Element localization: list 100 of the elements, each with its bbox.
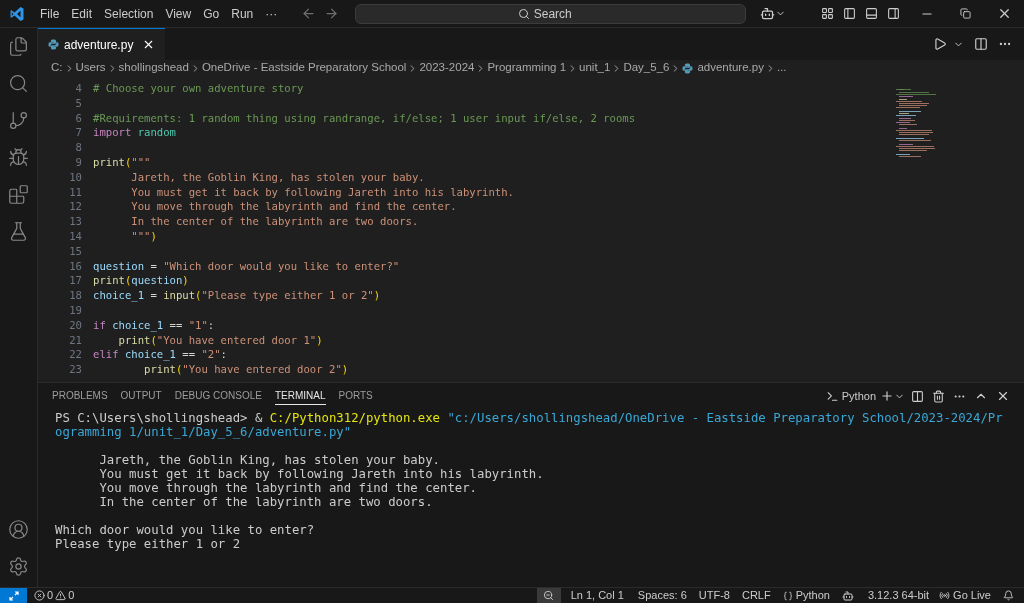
back-icon[interactable] bbox=[301, 6, 317, 21]
line-number: 16 bbox=[69, 258, 82, 274]
breadcrumb[interactable]: shollingshead bbox=[118, 59, 189, 77]
layout-icon[interactable] bbox=[821, 7, 834, 20]
run-debug-icon[interactable] bbox=[8, 147, 29, 168]
line-number: 6 bbox=[75, 110, 82, 126]
breadcrumb[interactable]: Day_5_6 bbox=[623, 59, 670, 77]
search-field[interactable]: Search bbox=[355, 3, 747, 24]
terminal-output: Which door would you like to enter? bbox=[55, 523, 315, 537]
remote-button[interactable] bbox=[0, 588, 27, 603]
new-terminal-icon[interactable] bbox=[880, 389, 894, 403]
line-number: 7 bbox=[75, 125, 82, 141]
robot-icon[interactable] bbox=[841, 589, 854, 602]
zoom-out-icon bbox=[543, 590, 555, 601]
line-number: 19 bbox=[69, 302, 82, 318]
language-mode[interactable]: Python bbox=[795, 587, 830, 603]
interpreter-version[interactable]: 3.12.3 64-bit bbox=[867, 587, 930, 603]
account-icon[interactable] bbox=[8, 519, 29, 540]
line-number: 5 bbox=[75, 95, 82, 111]
zoom-button[interactable] bbox=[536, 588, 561, 603]
breadcrumb[interactable]: Programming 1 bbox=[487, 59, 567, 77]
encoding[interactable]: UTF-8 bbox=[698, 587, 730, 603]
breadcrumb[interactable]: OneDrive - Eastside Preparatory School bbox=[201, 59, 407, 77]
trash-icon[interactable] bbox=[932, 389, 945, 403]
toggle-panel-icon[interactable] bbox=[865, 7, 878, 20]
line-ending[interactable]: CRLF bbox=[741, 587, 771, 603]
run-icon[interactable] bbox=[933, 37, 947, 51]
code-line: if choice_1 == "1": bbox=[93, 317, 215, 333]
line-number: 12 bbox=[69, 199, 82, 215]
code-line: question = "Which door would you like to enter?" bbox=[93, 258, 400, 274]
code-line: Jareth, the Goblin King, has stolen your baby. bbox=[130, 169, 425, 185]
menu-item[interactable]: Edit bbox=[65, 4, 99, 23]
menu-item[interactable]: View bbox=[159, 4, 198, 23]
forward-icon[interactable] bbox=[324, 6, 340, 21]
line-number: 18 bbox=[69, 288, 82, 303]
breadcrumb[interactable]: ... bbox=[776, 59, 787, 77]
restore-icon[interactable] bbox=[960, 8, 971, 19]
menu-item[interactable]: Run bbox=[225, 4, 260, 23]
close-panel-icon[interactable] bbox=[996, 389, 1010, 403]
menu-item[interactable]: File bbox=[34, 4, 66, 23]
warning-count[interactable]: 0 bbox=[68, 587, 75, 603]
indentation[interactable]: Spaces: 6 bbox=[637, 587, 687, 603]
line-number: 10 bbox=[69, 169, 82, 185]
code-line: You move through the labyrinth and find the center. bbox=[130, 199, 457, 215]
cursor-position[interactable]: Ln 1, Col 1 bbox=[570, 587, 624, 603]
panel-tab[interactable]: PORTS bbox=[338, 388, 373, 404]
terminal-output: In the center of the labyrinth are two doors. bbox=[98, 495, 433, 509]
breadcrumb[interactable]: unit_1 bbox=[579, 59, 611, 77]
extensions-icon[interactable] bbox=[8, 184, 29, 205]
breadcrumb[interactable]: adventure.py bbox=[697, 59, 764, 77]
panel-tab[interactable]: DEBUG CONSOLE bbox=[174, 388, 262, 404]
search-input[interactable]: Search bbox=[533, 4, 584, 23]
warning-icon[interactable] bbox=[55, 590, 67, 601]
error-icon[interactable] bbox=[34, 590, 45, 601]
terminal-profile[interactable]: Python bbox=[841, 387, 876, 405]
split-terminal-icon[interactable] bbox=[911, 389, 924, 403]
remote-icon bbox=[8, 590, 19, 601]
code-line: print("You have entered door 2") bbox=[143, 362, 349, 377]
go-live-button[interactable]: Go Live bbox=[953, 587, 991, 603]
tab-label: adventure.py bbox=[64, 36, 134, 54]
split-editor-icon[interactable] bbox=[974, 37, 988, 51]
line-number: 4 bbox=[75, 81, 82, 96]
breadcrumb[interactable]: 2023-2024 bbox=[419, 59, 475, 77]
toggle-sidebar-icon[interactable] bbox=[843, 7, 856, 20]
files-icon[interactable] bbox=[8, 36, 29, 57]
terminal-output: Jareth, the Goblin King, has stolen your baby. bbox=[98, 453, 440, 467]
error-count[interactable]: 0 bbox=[47, 587, 54, 603]
breadcrumb[interactable]: C: bbox=[51, 59, 63, 77]
toggle-secondary-sidebar-icon[interactable] bbox=[887, 7, 900, 20]
python-file-icon bbox=[48, 39, 59, 50]
close-icon[interactable] bbox=[997, 6, 1012, 21]
editor-tab[interactable]: adventure.py bbox=[38, 28, 166, 60]
menu-item[interactable]: Selection bbox=[98, 4, 160, 23]
code-line: In the center of the labyrinth are two doors. bbox=[130, 214, 419, 229]
app-logo-icon bbox=[9, 5, 25, 22]
flask-icon[interactable] bbox=[8, 221, 29, 242]
menu-item[interactable]: ··· bbox=[259, 4, 284, 23]
code-line: """) bbox=[130, 228, 157, 244]
panel-tab[interactable]: TERMINAL bbox=[274, 387, 326, 405]
robot-icon[interactable] bbox=[760, 6, 776, 21]
panel-tab[interactable]: OUTPUT bbox=[120, 388, 162, 404]
menu-item[interactable]: Go bbox=[197, 4, 226, 23]
line-number: 14 bbox=[69, 228, 82, 244]
line-number: 8 bbox=[75, 140, 82, 155]
code-line: print("You have entered door 1") bbox=[117, 332, 323, 348]
line-number: 9 bbox=[75, 155, 82, 170]
terminal-icon bbox=[825, 389, 839, 403]
notifications-icon[interactable] bbox=[1003, 590, 1014, 601]
terminal-output: Please type either 1 or 2 bbox=[55, 537, 241, 551]
search-icon[interactable] bbox=[8, 73, 29, 94]
breadcrumb[interactable]: Users bbox=[75, 59, 106, 77]
minimap-drawing bbox=[896, 89, 936, 159]
settings-icon[interactable] bbox=[8, 556, 29, 577]
panel-tab[interactable]: PROBLEMS bbox=[52, 388, 108, 404]
code-line: # Choose your own adventure story bbox=[93, 81, 304, 96]
terminal-output: You must get it back by following Jareth into his labyrinth. bbox=[98, 467, 544, 481]
source-control-icon[interactable] bbox=[8, 110, 29, 131]
terminal-output: You move through the labyrinth and find the center. bbox=[98, 481, 477, 495]
line-number: 17 bbox=[69, 273, 82, 289]
line-number: 15 bbox=[69, 243, 82, 259]
